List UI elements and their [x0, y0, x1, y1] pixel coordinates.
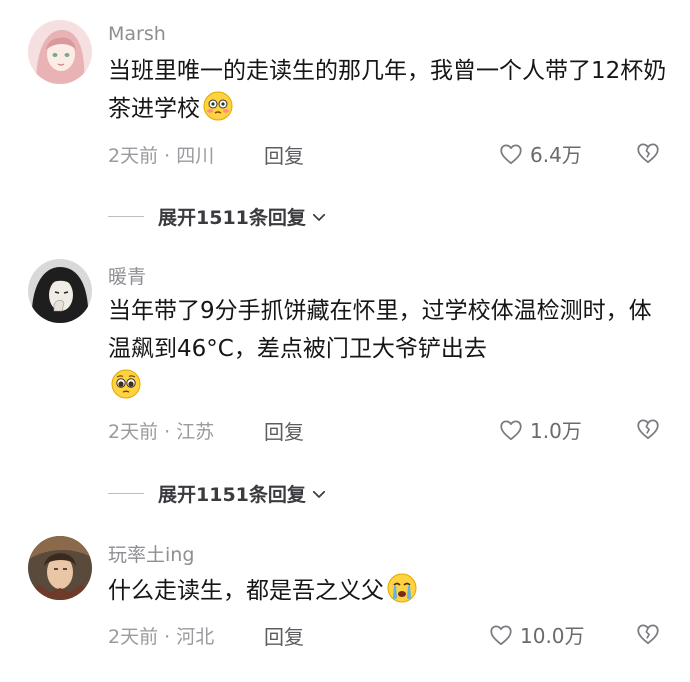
avatar[interactable] [28, 259, 92, 323]
comment-text-content: 当班里唯一的走读生的那几年，我曾一个人带了12杯奶茶进学校 [108, 58, 667, 122]
comment-meta: 2天前 · 河北 [108, 626, 215, 648]
avatar[interactable] [28, 536, 92, 600]
heart-icon [500, 143, 522, 164]
reply-button[interactable]: 回复 [264, 416, 304, 445]
crying-face-icon [386, 572, 418, 604]
comment-text-content: 当年带了9分手抓饼藏在怀里，过学校体温检测时，体温飙到46°C，差点被门卫大爷铲… [108, 298, 652, 362]
like-button[interactable]: 10.0万 [488, 620, 585, 649]
comment-meta: 2天前 · 四川 [108, 145, 215, 167]
broken-heart-icon [637, 624, 659, 645]
comment-meta: 2天前 · 江苏 [108, 421, 215, 443]
comment-text-content: 什么走读生，都是吾之义父 [108, 578, 384, 604]
chevron-down-icon [312, 213, 325, 221]
username[interactable]: Marsh [108, 23, 166, 45]
pleading-face-icon [110, 368, 142, 400]
heart-icon [500, 419, 522, 440]
heart-icon [490, 624, 512, 645]
comment-text: 什么走读生，都是吾之义父 [108, 572, 668, 610]
divider [108, 216, 144, 217]
flushed-face-icon [202, 90, 234, 122]
comment-text: 当年带了9分手抓饼藏在怀里，过学校体温检测时，体温飙到46°C，差点被门卫大爷铲… [108, 292, 668, 406]
divider [108, 493, 144, 494]
username[interactable]: 玩率土ing [108, 540, 194, 567]
expand-replies-label: 展开1151条回复 [158, 484, 306, 506]
expand-replies[interactable]: 展开1151条回复 [108, 480, 328, 507]
like-count: 1.0万 [530, 419, 582, 443]
expand-replies[interactable]: 展开1511条回复 [108, 203, 328, 230]
broken-heart-icon [637, 143, 659, 164]
reply-button[interactable]: 回复 [264, 140, 304, 169]
like-button[interactable]: 1.0万 [498, 415, 582, 444]
dislike-button[interactable] [635, 416, 661, 446]
username[interactable]: 暖青 [108, 262, 146, 289]
like-count: 6.4万 [530, 143, 582, 167]
like-button[interactable]: 6.4万 [498, 139, 582, 168]
dislike-button[interactable] [635, 140, 661, 170]
broken-heart-icon [637, 419, 659, 440]
reply-button[interactable]: 回复 [264, 621, 304, 650]
expand-replies-label: 展开1511条回复 [158, 207, 306, 229]
comment-text: 当班里唯一的走读生的那几年，我曾一个人带了12杯奶茶进学校 [108, 52, 668, 128]
avatar[interactable] [28, 20, 92, 84]
like-count: 10.0万 [520, 624, 585, 648]
chevron-down-icon [312, 490, 325, 498]
dislike-button[interactable] [635, 621, 661, 651]
